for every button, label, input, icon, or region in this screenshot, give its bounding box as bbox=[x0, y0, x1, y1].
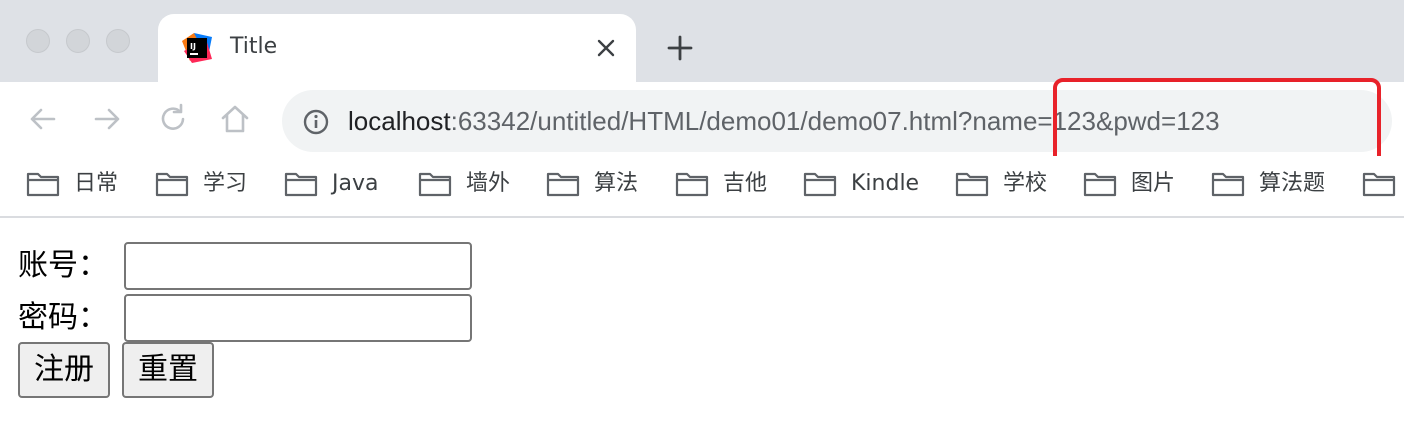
bookmark-folder[interactable]: Java bbox=[284, 168, 378, 200]
tab-strip: IJ Title bbox=[0, 0, 1404, 82]
bookmarks-bar: 日常 学习 Java 墙外 算法 吉他 Kindle 学校 图片 算法题 bbox=[0, 156, 1404, 218]
home-icon[interactable] bbox=[218, 102, 252, 136]
bookmark-label: 算法题 bbox=[1259, 171, 1326, 196]
password-input[interactable] bbox=[124, 294, 472, 342]
tab-title: Title bbox=[230, 34, 278, 59]
query-string-highlight bbox=[1053, 78, 1381, 166]
password-row: 密码： bbox=[18, 294, 472, 342]
bookmark-folder[interactable]: 墙外 bbox=[418, 168, 510, 200]
folder-icon bbox=[418, 172, 452, 197]
back-arrow-icon[interactable] bbox=[26, 102, 60, 136]
form-buttons: 注册 重置 bbox=[18, 342, 226, 398]
svg-text:IJ: IJ bbox=[190, 42, 196, 51]
folder-icon bbox=[1083, 172, 1117, 197]
forward-arrow-icon[interactable] bbox=[90, 102, 124, 136]
bookmark-label: Java bbox=[332, 171, 379, 196]
bookmark-label: 算法 bbox=[594, 171, 639, 196]
folder-icon bbox=[675, 172, 709, 197]
url-host: localhost bbox=[348, 106, 451, 136]
window-close-control[interactable] bbox=[26, 29, 50, 53]
folder-icon bbox=[546, 172, 580, 197]
folder-icon bbox=[1362, 172, 1396, 197]
close-icon[interactable] bbox=[594, 36, 618, 60]
bookmark-label: 图片 bbox=[1131, 171, 1176, 196]
password-label: 密码： bbox=[18, 300, 108, 335]
bookmark-overflow-folder[interactable] bbox=[1362, 168, 1396, 200]
folder-icon bbox=[1211, 172, 1245, 197]
info-icon[interactable] bbox=[302, 108, 330, 136]
bookmark-label: 学校 bbox=[1003, 171, 1048, 196]
reset-button[interactable]: 重置 bbox=[122, 342, 214, 398]
bookmark-folder[interactable]: Kindle bbox=[803, 168, 919, 200]
bookmark-folder[interactable]: 日常 bbox=[26, 168, 118, 200]
reload-icon[interactable] bbox=[156, 102, 190, 136]
register-button[interactable]: 注册 bbox=[18, 342, 110, 398]
intellij-favicon-icon: IJ bbox=[182, 33, 212, 63]
folder-icon bbox=[803, 172, 837, 197]
account-input[interactable] bbox=[124, 242, 472, 290]
account-label: 账号： bbox=[18, 248, 108, 283]
account-row: 账号： bbox=[18, 242, 472, 290]
window-minimize-control[interactable] bbox=[66, 29, 90, 53]
window-zoom-control[interactable] bbox=[106, 29, 130, 53]
bookmark-label: 日常 bbox=[74, 171, 119, 196]
bookmark-folder[interactable]: 算法题 bbox=[1211, 168, 1325, 200]
plus-icon[interactable] bbox=[666, 34, 694, 62]
page-content: 账号： 密码： 注册 重置 bbox=[0, 220, 1404, 428]
bookmark-label: Kindle bbox=[851, 171, 920, 196]
folder-icon bbox=[955, 172, 989, 197]
bookmark-folder[interactable]: 学校 bbox=[955, 168, 1047, 200]
folder-icon bbox=[26, 172, 60, 197]
folder-icon bbox=[155, 172, 189, 197]
bookmark-folder[interactable]: 吉他 bbox=[675, 168, 767, 200]
bookmark-folder[interactable]: 图片 bbox=[1083, 168, 1175, 200]
bookmark-folder[interactable]: 学习 bbox=[155, 168, 247, 200]
bookmark-folder[interactable]: 算法 bbox=[546, 168, 638, 200]
bookmark-label: 学习 bbox=[203, 171, 248, 196]
folder-icon bbox=[284, 172, 318, 197]
bookmark-label: 墙外 bbox=[466, 171, 511, 196]
browser-tab[interactable]: IJ Title bbox=[158, 14, 636, 82]
bookmark-label: 吉他 bbox=[723, 171, 768, 196]
